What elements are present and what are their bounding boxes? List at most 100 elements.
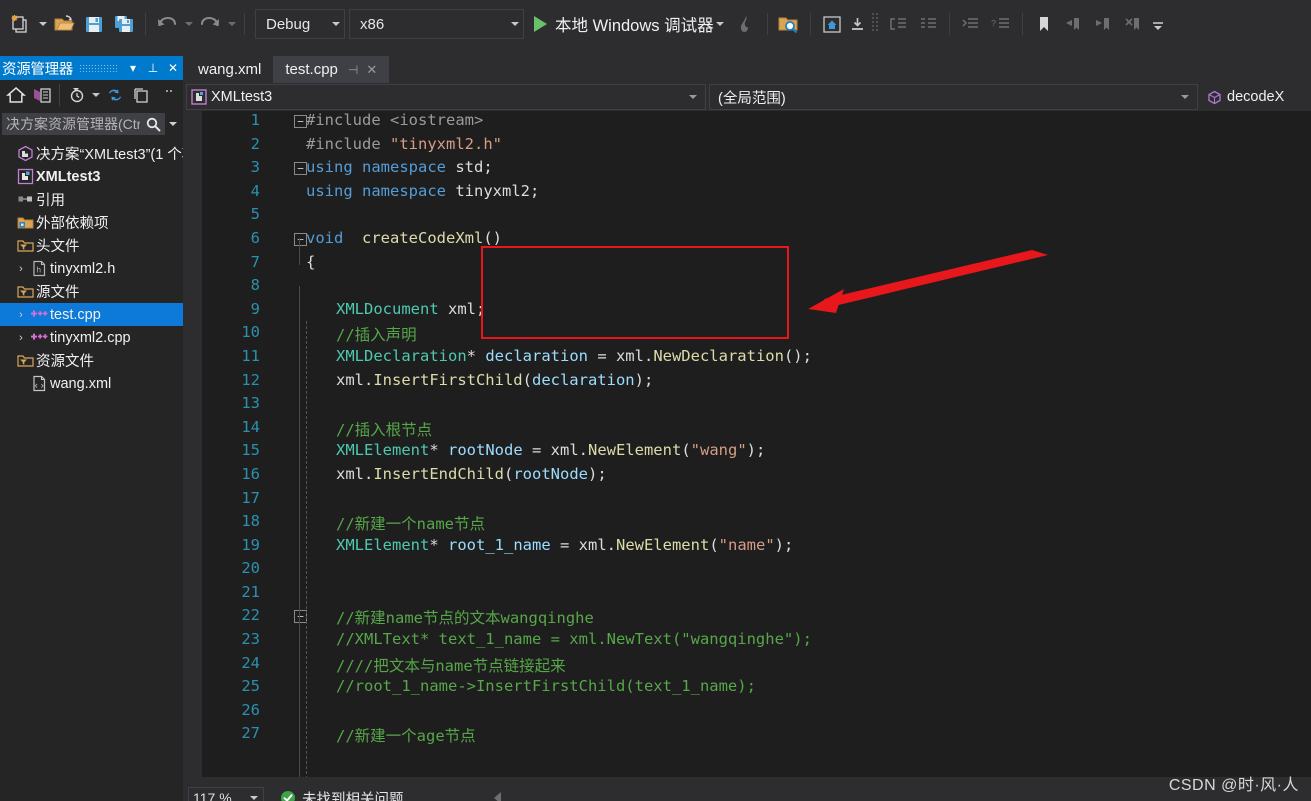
undo-icon[interactable] — [152, 7, 182, 41]
new-project-dropdown-caret[interactable] — [36, 7, 49, 41]
uncomment-selection-icon[interactable] — [913, 7, 943, 41]
code-line[interactable]: 2 #include "tinyxml2.h" — [186, 135, 1311, 159]
solution-platform-combo[interactable]: x86 — [349, 9, 524, 39]
start-debugging-button[interactable]: 本地 Windows 调试器 — [534, 12, 714, 36]
code-line[interactable]: 16 xml.InsertEndChild(rootNode); — [186, 465, 1311, 489]
panel-pin-button[interactable]: ⊥ — [143, 61, 163, 75]
home-icon[interactable] — [4, 82, 28, 108]
clear-bookmarks-icon[interactable] — [1119, 7, 1149, 41]
code-line[interactable]: 21 — [186, 583, 1311, 607]
code-line[interactable]: 7{ — [186, 253, 1311, 277]
code-line[interactable]: 23 //XMLText* text_1_name = xml.NewText("… — [186, 630, 1311, 654]
pin-tab-icon[interactable]: ⊣ — [348, 63, 358, 77]
code-line[interactable]: 18 //新建一个name节点 — [186, 512, 1311, 536]
member-selector-combo[interactable]: decodeX — [1201, 84, 1308, 110]
code-line[interactable]: 25 //root_1_name->InsertFirstChild(text_1… — [186, 677, 1311, 701]
code-line[interactable]: 6− void createCodeXml() — [186, 229, 1311, 253]
chevron-down-icon[interactable] — [250, 796, 263, 800]
outdent-icon[interactable] — [847, 7, 869, 41]
pending-changes-icon[interactable] — [65, 82, 89, 108]
code-line[interactable]: 11 XMLDeclaration* declaration = xml.NewD… — [186, 347, 1311, 371]
save-icon[interactable] — [79, 7, 109, 41]
code-line[interactable]: 8 — [186, 276, 1311, 300]
tree-item[interactable]: › test.cpp — [0, 303, 183, 326]
tree-item[interactable]: › tinyxml2.cpp — [0, 326, 183, 349]
switch-views-icon[interactable] — [30, 82, 54, 108]
code-line[interactable]: 24 ////把文本与name节点链接起来 — [186, 654, 1311, 678]
undo-dropdown-caret[interactable] — [182, 7, 195, 41]
zoom-level-combo[interactable]: 117 % — [188, 787, 264, 801]
open-file-icon[interactable] — [49, 7, 79, 41]
code-line[interactable]: 1− #include <iostream> — [186, 111, 1311, 135]
redo-icon[interactable] — [195, 7, 225, 41]
search-input-wrapper[interactable] — [2, 113, 165, 135]
previous-issue-icon[interactable] — [493, 792, 501, 801]
tree-item[interactable]: wang.xml — [0, 372, 183, 395]
next-bookmark-icon[interactable] — [1089, 7, 1119, 41]
search-input[interactable] — [3, 115, 142, 133]
save-all-icon[interactable] — [109, 7, 139, 41]
increase-indent-icon[interactable] — [956, 7, 986, 41]
tree-item[interactable]: › h tinyxml2.h — [0, 257, 183, 280]
tab-test-cpp[interactable]: test.cpp ⊣ ✕ — [273, 56, 390, 83]
solution-configuration-combo[interactable]: Debug — [255, 9, 345, 39]
find-in-files-icon[interactable] — [774, 7, 804, 41]
project-selector-combo[interactable]: XMLtest3 — [186, 84, 706, 110]
chevron-down-icon[interactable] — [681, 95, 705, 99]
tree-item[interactable]: 外部依赖项 — [0, 211, 183, 234]
line-number: 19 — [241, 535, 260, 554]
tree-item[interactable]: 引用 — [0, 188, 183, 211]
new-project-icon[interactable] — [6, 7, 36, 41]
panel-close-button[interactable]: ✕ — [163, 61, 183, 75]
close-tab-icon[interactable]: ✕ — [366, 62, 377, 78]
code-line[interactable]: 12 xml.InsertFirstChild(declaration); — [186, 371, 1311, 395]
chevron-down-icon[interactable] — [1173, 95, 1197, 99]
decrease-indent-icon[interactable]: ? — [986, 7, 1016, 41]
home-icon[interactable] — [817, 7, 847, 41]
redo-dropdown-caret[interactable] — [225, 7, 238, 41]
comment-selection-icon[interactable] — [883, 7, 913, 41]
code-line[interactable]: 5 — [186, 205, 1311, 229]
code-line[interactable]: 22−//新建name节点的文本wangqinghe — [186, 606, 1311, 630]
solution-explorer-header[interactable]: 资源管理器 ▾ ⊥ ✕ — [0, 56, 183, 80]
code-line[interactable]: 26 — [186, 701, 1311, 725]
panel-drag-grip[interactable] — [79, 64, 117, 72]
tree-item[interactable]: 源文件 — [0, 280, 183, 303]
scope-selector-combo[interactable]: (全局范围) — [709, 84, 1198, 110]
search-icon[interactable] — [142, 116, 164, 133]
refresh-icon[interactable] — [103, 82, 127, 108]
toggle-bookmark-icon[interactable] — [1029, 7, 1059, 41]
panel-dropdown-button[interactable]: ▾ — [123, 61, 143, 75]
code-line[interactable]: 15 XMLElement* rootNode = xml.NewElement(… — [186, 441, 1311, 465]
code-line[interactable]: 17 — [186, 489, 1311, 513]
pending-changes-caret[interactable] — [91, 85, 101, 105]
previous-bookmark-icon[interactable] — [1059, 7, 1089, 41]
tree-item[interactable]: XMLtest3 — [0, 165, 183, 188]
tree-item[interactable]: 决方案“XMLtest3”(1 个项目 — [0, 142, 183, 165]
code-line[interactable]: 20 — [186, 559, 1311, 583]
code-line[interactable]: 4 using namespace tinyxml2; — [186, 182, 1311, 206]
issue-status[interactable]: 未找到相关问题 — [280, 788, 404, 801]
code-line[interactable]: 13 — [186, 394, 1311, 418]
code-line[interactable]: 19 XMLElement* root_1_name = xml.NewEleme… — [186, 536, 1311, 560]
expander-icon[interactable]: › — [14, 309, 28, 321]
search-options-caret[interactable] — [165, 122, 181, 126]
code-editor[interactable]: 1− #include <iostream> 2 #include "tinyxml2… — [186, 111, 1311, 777]
tree-item[interactable]: 资源文件 — [0, 349, 183, 372]
start-debugging-dropdown-caret[interactable] — [714, 7, 727, 41]
expander-icon[interactable]: › — [14, 263, 28, 275]
code-line[interactable]: 14 //插入根节点 — [186, 418, 1311, 442]
chevron-down-icon[interactable] — [499, 22, 519, 26]
hot-reload-icon[interactable] — [731, 7, 761, 41]
collapse-all-icon[interactable] — [159, 82, 183, 108]
tree-item[interactable]: 头文件 — [0, 234, 183, 257]
code-line[interactable]: 27 //新建一个age节点 — [186, 724, 1311, 748]
code-line[interactable]: 9 XMLDocument xml; — [186, 300, 1311, 324]
toolbar-overflow-icon[interactable] — [1149, 7, 1167, 41]
show-all-files-icon[interactable] — [129, 82, 153, 108]
chevron-down-icon[interactable] — [320, 22, 340, 26]
code-line[interactable]: 3− using namespace std; — [186, 158, 1311, 182]
tab-wang-xml[interactable]: wang.xml — [186, 56, 273, 83]
code-line[interactable]: 10 //插入声明 — [186, 323, 1311, 347]
expander-icon[interactable]: › — [14, 332, 28, 344]
